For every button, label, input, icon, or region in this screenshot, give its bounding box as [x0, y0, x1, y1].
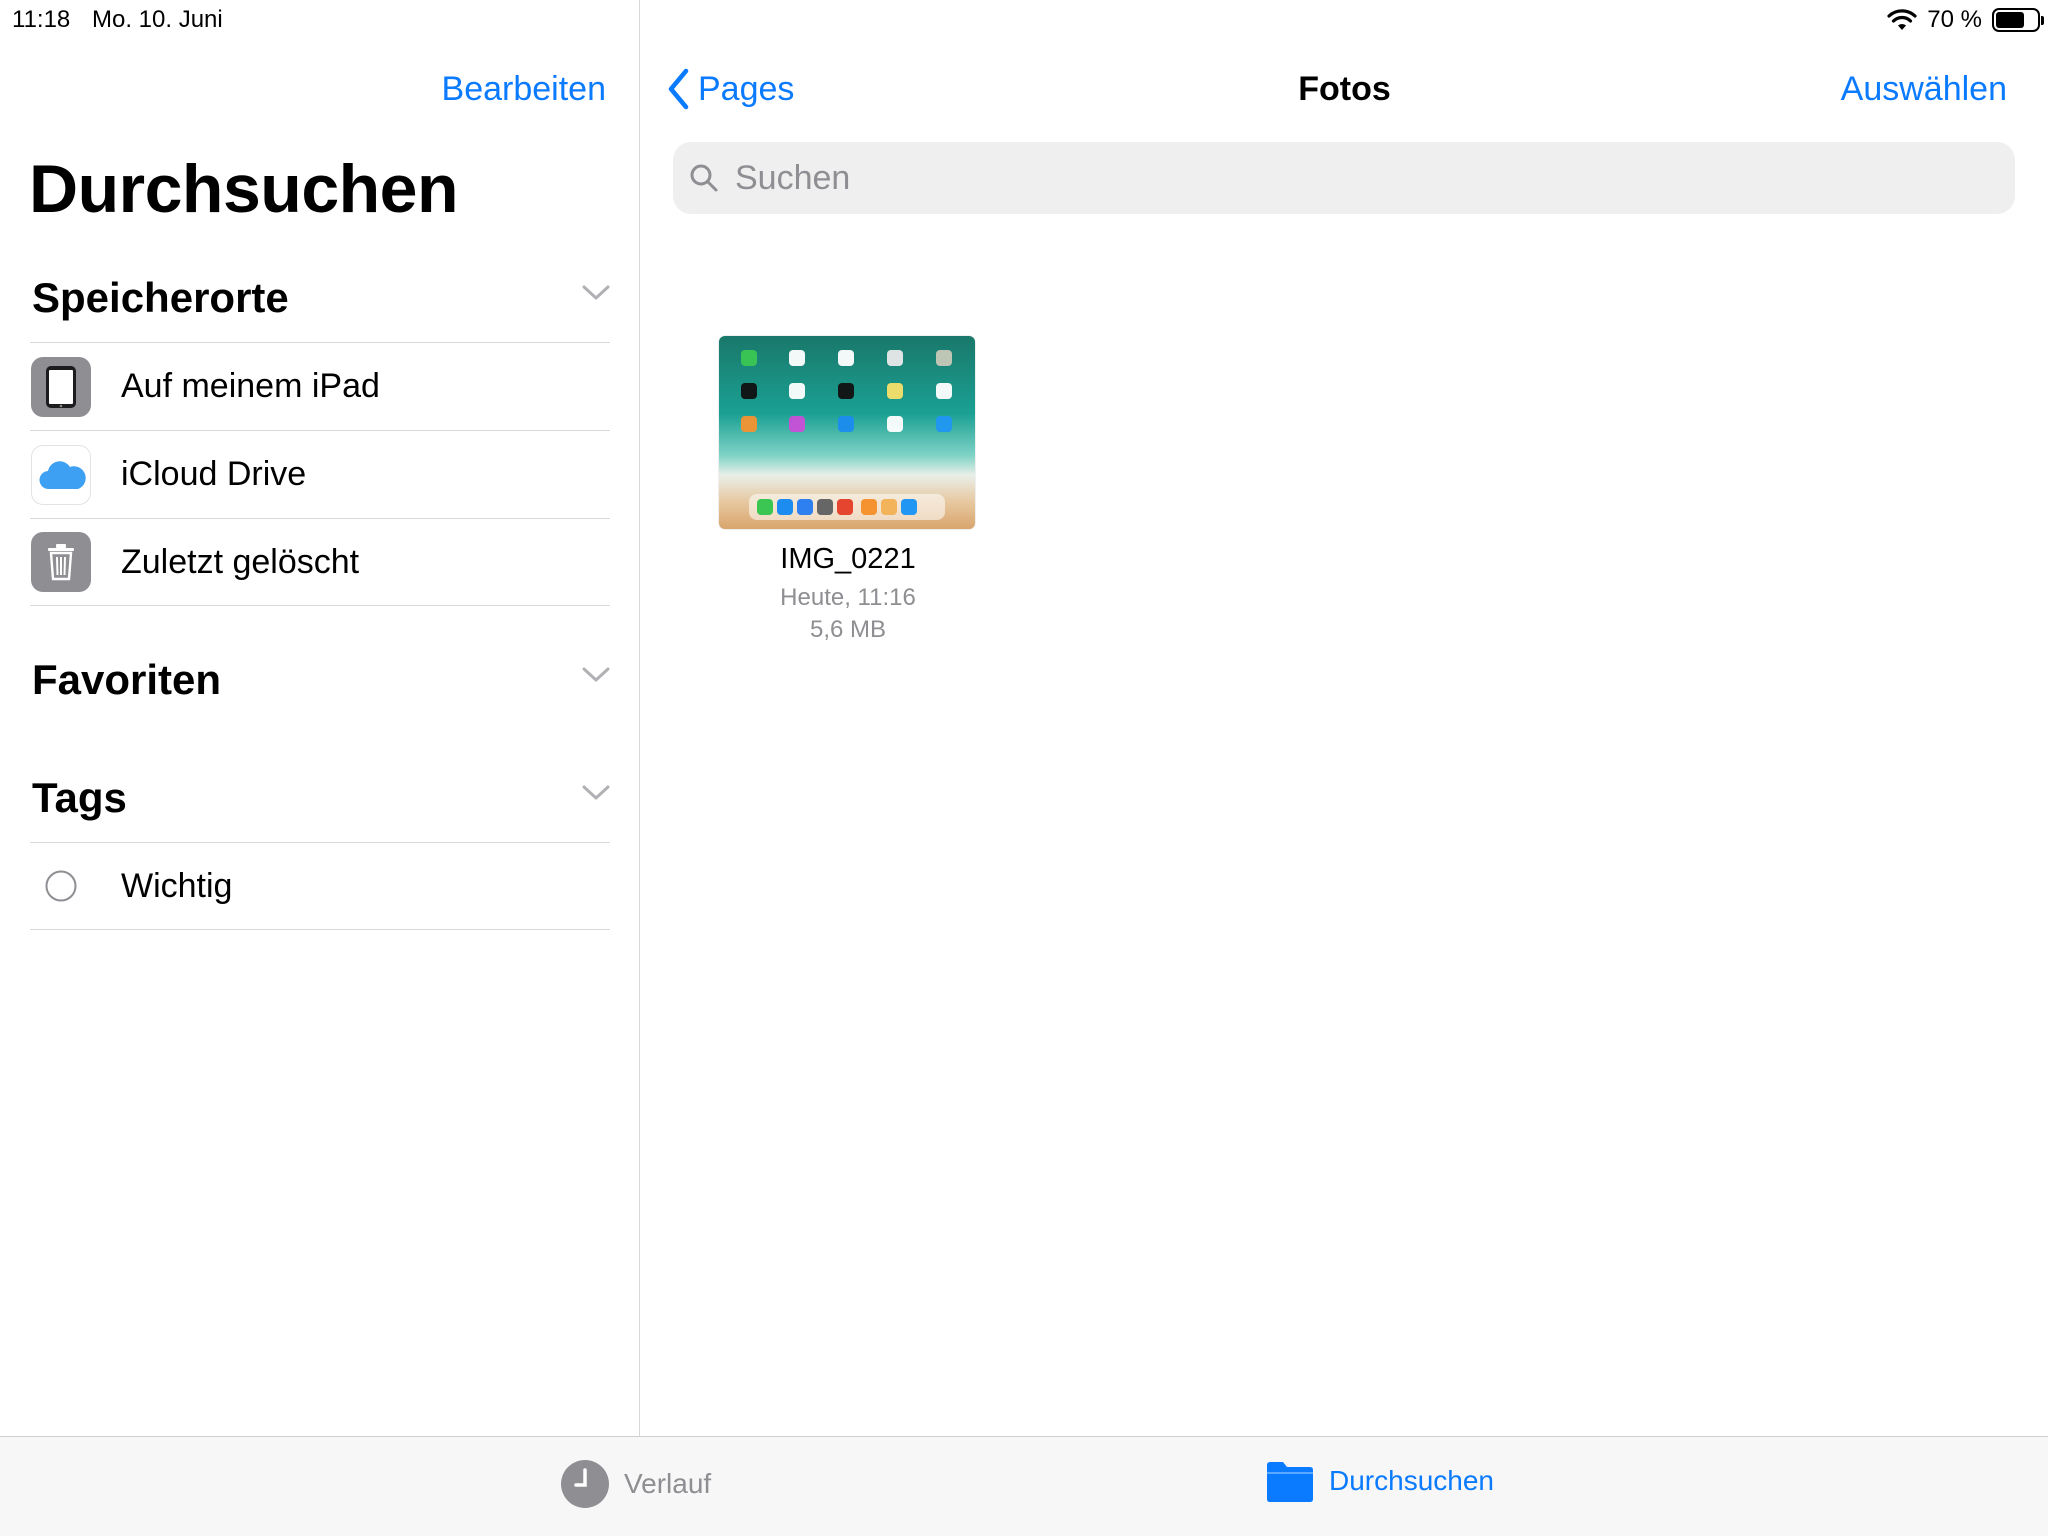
folder-icon — [1267, 1462, 1313, 1502]
sidebar-item-tag-wichtig[interactable]: Wichtig — [30, 842, 610, 930]
tab-label: Durchsuchen — [1329, 1465, 1494, 1496]
section-favorites-header[interactable]: Favoriten — [32, 650, 610, 710]
select-button[interactable]: Auswählen — [1841, 70, 2007, 109]
search-placeholder: Suchen — [735, 158, 851, 197]
file-thumbnail — [719, 336, 975, 529]
file-size: 5,6 MB — [809, 616, 887, 643]
trash-icon — [31, 532, 91, 592]
chevron-down-icon — [582, 785, 610, 800]
section-tags-title: Tags — [32, 774, 127, 821]
tags-list: Wichtig — [30, 842, 610, 930]
ipad-icon — [31, 356, 91, 417]
chevron-down-icon — [582, 667, 610, 682]
sidebar-item-label: Zuletzt gelöscht — [121, 542, 360, 581]
sidebar: Bearbeiten Durchsuchen Speicherorte Auf … — [0, 0, 640, 1436]
sidebar-item-label: iCloud Drive — [121, 455, 307, 493]
sidebar-item-icloud-drive[interactable]: iCloud Drive — [30, 430, 610, 518]
sidebar-item-recently-deleted[interactable]: Zuletzt gelöscht — [30, 518, 610, 606]
search-icon — [690, 164, 718, 192]
locations-list: Auf meinem iPad iCloud Drive Zuletzt gel… — [30, 342, 610, 606]
chevron-down-icon — [582, 285, 610, 300]
sidebar-title: Durchsuchen — [29, 151, 459, 227]
sidebar-item-on-my-ipad[interactable]: Auf meinem iPad — [30, 342, 610, 430]
tab-label: Verlauf — [624, 1468, 712, 1499]
sidebar-item-label: Auf meinem iPad — [121, 367, 380, 405]
icloud-icon — [31, 444, 91, 505]
section-favorites-title: Favoriten — [32, 656, 222, 703]
tab-bar: Verlauf Durchsuchen — [0, 1436, 2048, 1536]
section-locations-header[interactable]: Speicherorte — [32, 268, 610, 328]
file-item[interactable]: IMG_0221 Heute, 11:16 5,6 MB — [719, 336, 977, 646]
sidebar-item-label: Wichtig — [121, 866, 233, 905]
tab-history[interactable]: Verlauf — [560, 1459, 711, 1509]
section-locations-title: Speicherorte — [32, 274, 289, 321]
clock-icon — [561, 1460, 609, 1508]
file-date: Heute, 11:16 — [780, 584, 916, 611]
section-tags-header[interactable]: Tags — [32, 768, 610, 828]
page-title: Fotos — [1298, 70, 1391, 108]
file-name: IMG_0221 — [780, 543, 916, 575]
tag-circle-icon — [31, 856, 91, 916]
file-browser: Pages Fotos Auswählen Suchen IMG_0221 He… — [641, 0, 2048, 1436]
search-field[interactable]: Suchen — [673, 142, 2015, 214]
homescreen-preview-image — [741, 350, 952, 520]
edit-button[interactable]: Bearbeiten — [442, 70, 606, 109]
tab-browse[interactable]: Durchsuchen — [1265, 1459, 1494, 1503]
